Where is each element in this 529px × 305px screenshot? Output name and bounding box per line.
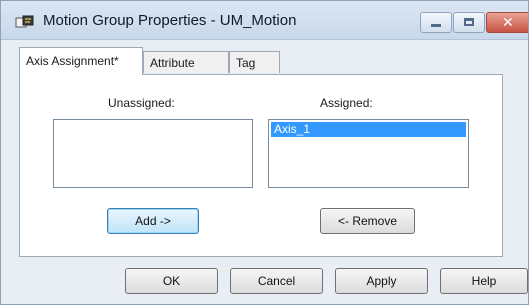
minimize-button[interactable]	[420, 12, 452, 33]
close-button[interactable]: ✕	[486, 12, 528, 33]
tab-attribute[interactable]: Attribute	[143, 51, 229, 73]
remove-button[interactable]: <- Remove	[320, 208, 415, 234]
maximize-icon	[464, 18, 474, 26]
assigned-listbox[interactable]: Axis_1	[268, 119, 469, 188]
cancel-button[interactable]: Cancel	[230, 268, 323, 294]
maximize-button[interactable]	[453, 12, 485, 33]
tab-axis-assignment[interactable]: Axis Assignment*	[19, 47, 143, 75]
ok-button[interactable]: OK	[125, 268, 218, 294]
tab-tag[interactable]: Tag	[229, 51, 280, 73]
window-title: Motion Group Properties - UM_Motion	[43, 12, 297, 29]
motion-group-icon	[15, 15, 34, 28]
assigned-label: Assigned:	[320, 96, 373, 110]
help-button[interactable]: Help	[440, 268, 528, 294]
list-item-axis-1[interactable]: Axis_1	[271, 122, 466, 137]
dialog-window: Motion Group Properties - UM_Motion ✕ Ax…	[0, 0, 529, 305]
minimize-icon	[431, 24, 441, 27]
unassigned-listbox[interactable]	[53, 119, 253, 188]
unassigned-label: Unassigned:	[108, 96, 175, 110]
axis-assignment-panel: Unassigned: Assigned: Axis_1 Add -> <- R…	[19, 74, 503, 257]
title-bar[interactable]: Motion Group Properties - UM_Motion ✕	[1, 1, 528, 40]
close-icon: ✕	[502, 15, 514, 31]
add-button[interactable]: Add ->	[107, 208, 199, 234]
apply-button[interactable]: Apply	[335, 268, 428, 294]
